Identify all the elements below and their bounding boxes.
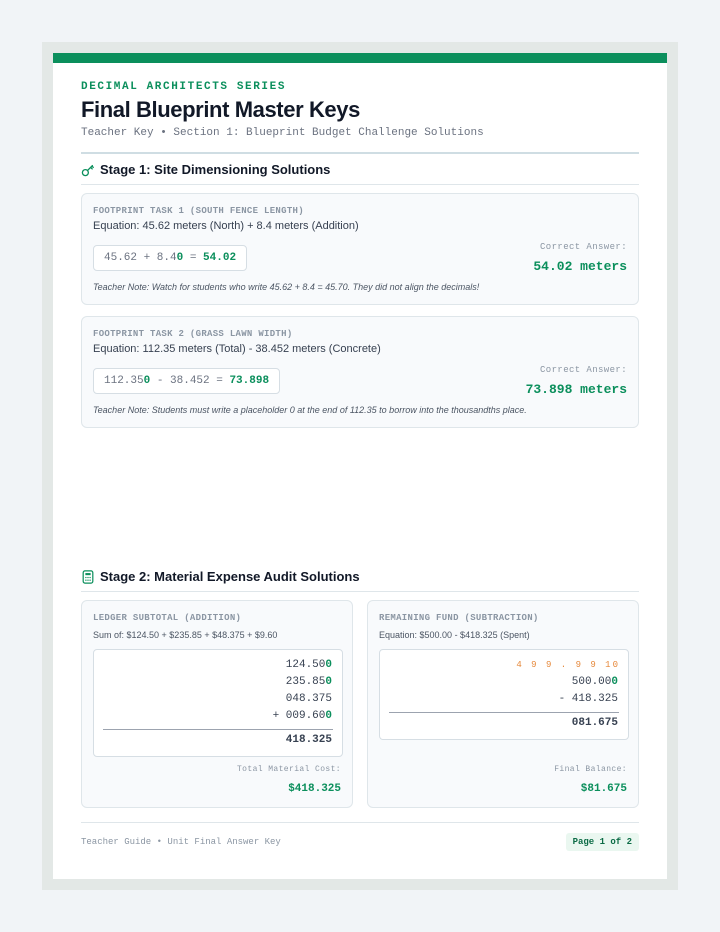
sum-line	[103, 729, 333, 730]
task2-teacher-note: Teacher Note: Students must write a plac…	[93, 405, 527, 415]
series-label: DECIMAL ARCHITECTS SERIES	[81, 81, 287, 93]
ledger-result: 418.325	[285, 734, 332, 746]
remaining-calculation: 4 9 9 . 9 9 10 500.000 - 418.325 081.675	[379, 649, 629, 740]
stage2-heading: Stage 2: Material Expense Audit Solution…	[81, 568, 639, 592]
task1-expr-operator: =	[183, 252, 204, 264]
key-icon	[81, 164, 94, 177]
task2-equation: Equation: 112.35 meters (Total) - 38.452…	[93, 343, 381, 355]
stage1-title: Stage 1: Site Dimensioning Solutions	[100, 162, 331, 177]
minuend-value: 500.00	[571, 676, 612, 688]
task1-answer: 54.02 meters	[533, 259, 627, 274]
ledger-line-value: + 009.60	[272, 710, 326, 722]
accent-bar	[53, 53, 667, 63]
stage1-heading: Stage 1: Site Dimensioning Solutions	[81, 161, 639, 185]
minuend-placeholder-zero: 0	[611, 676, 618, 688]
task2-expression: 112.350 - 38.452 = 73.898	[93, 368, 281, 394]
stage2-title: Stage 2: Material Expense Audit Solution…	[100, 569, 360, 584]
final-balance-label: Final Balance:	[554, 765, 627, 774]
total-cost-value: $418.325	[288, 783, 341, 795]
task1-label: FOOTPRINT TASK 1 (SOUTH FENCE LENGTH)	[93, 206, 304, 216]
page-title: Final Blueprint Master Keys	[81, 97, 360, 122]
footer-text: Teacher Guide • Unit Final Answer Key	[81, 837, 281, 847]
total-cost-label: Total Material Cost:	[236, 765, 341, 774]
ledger-line-value: 124.50	[285, 659, 326, 671]
task1-expr-operands: 45.62 + 8.4	[104, 252, 177, 264]
task1-expr-result: 54.02	[203, 252, 237, 264]
remaining-equation: Equation: $500.00 - $418.325 (Spent)	[379, 630, 530, 640]
task2-answer: 73.898 meters	[525, 382, 627, 397]
ledger-label: LEDGER SUBTOTAL (ADDITION)	[93, 613, 242, 623]
task2-answer-label: Correct Answer:	[539, 365, 627, 375]
ledger-line: + 009.600	[273, 710, 332, 722]
ledger-line: 124.500	[286, 659, 332, 671]
borrow-marks: 4 9 9 . 9 9 10	[516, 660, 620, 670]
subtrahend-line: - 418.325	[558, 693, 618, 705]
ledger-line: 235.850	[286, 676, 332, 688]
ledger-calculation: 124.500 235.850 048.375 + 009.600 418.32…	[93, 649, 343, 757]
task2-label: FOOTPRINT TASK 2 (GRASS LAWN WIDTH)	[93, 329, 293, 339]
remaining-card: REMAINING FUND (SUBTRACTION) Equation: $…	[367, 600, 639, 808]
final-balance-value: $81.675	[580, 783, 627, 795]
task2-card: FOOTPRINT TASK 2 (GRASS LAWN WIDTH) Equa…	[81, 316, 639, 428]
ledger-placeholder-zero: 0	[325, 676, 332, 688]
ledger-line: 048.375	[286, 693, 332, 705]
task2-expr-result: 73.898	[229, 375, 270, 387]
remaining-label: REMAINING FUND (SUBTRACTION)	[379, 613, 539, 623]
task2-expr-operator: - 38.452 =	[150, 375, 230, 387]
worksheet-page: DECIMAL ARCHITECTS SERIES Final Blueprin…	[53, 53, 667, 879]
difference-line	[389, 712, 619, 713]
ledger-placeholder-zero: 0	[325, 659, 332, 671]
task1-equation: Equation: 45.62 meters (North) + 8.4 met…	[93, 220, 359, 232]
task1-card: FOOTPRINT TASK 1 (SOUTH FENCE LENGTH) Eq…	[81, 193, 639, 305]
task1-expression: 45.62 + 8.40 = 54.02	[93, 245, 248, 271]
task1-answer-label: Correct Answer:	[539, 242, 627, 252]
calculator-icon	[82, 570, 94, 584]
ledger-card: LEDGER SUBTOTAL (ADDITION) Sum of: $124.…	[81, 600, 353, 808]
footer-divider	[81, 822, 639, 823]
page-number-badge: Page 1 of 2	[565, 833, 639, 851]
ledger-sum: Sum of: $124.50 + $235.85 + $48.375 + $9…	[93, 630, 278, 640]
ledger-line-value: 048.375	[285, 693, 332, 705]
task1-teacher-note: Teacher Note: Watch for students who wri…	[93, 282, 480, 292]
minuend-line: 500.000	[572, 676, 618, 688]
header-divider	[81, 152, 639, 154]
ledger-placeholder-zero: 0	[325, 710, 332, 722]
task2-expr-operands: 112.35	[104, 375, 144, 387]
ledger-line-value: 235.85	[285, 676, 326, 688]
page-subtitle: Teacher Key • Section 1: Blueprint Budge…	[81, 127, 484, 139]
remaining-result: 081.675	[571, 717, 618, 729]
